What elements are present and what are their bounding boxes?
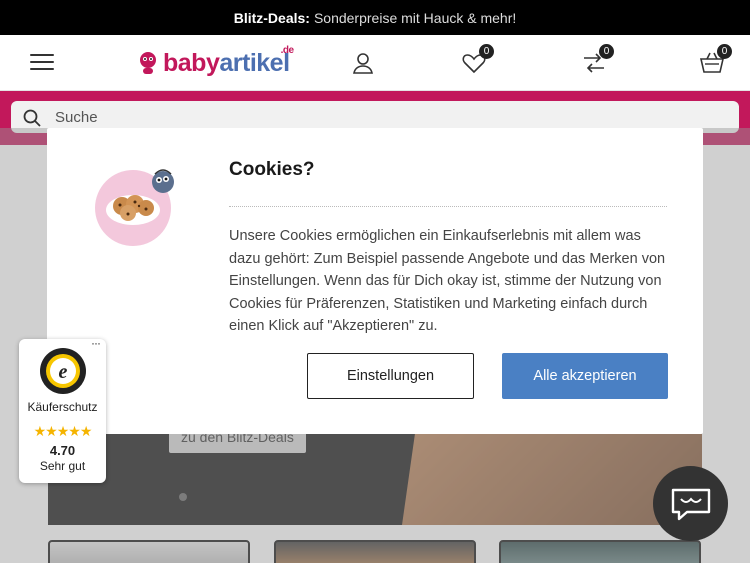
- logo-text-main: baby: [163, 48, 220, 77]
- dialog-divider: [229, 206, 667, 207]
- chat-button[interactable]: [653, 466, 728, 541]
- svg-text:e: e: [59, 361, 68, 383]
- logo[interactable]: babyartikel .de: [136, 45, 294, 79]
- promo-highlight: Blitz-Deals:: [233, 9, 310, 26]
- wishlist-button[interactable]: 0: [460, 44, 494, 77]
- logo-mascot-icon: [140, 52, 156, 74]
- chat-icon: [671, 488, 710, 520]
- menu-icon[interactable]: [30, 51, 54, 73]
- trusted-shops-badge[interactable]: ··· e Käuferschutz ★★★★★ 4.70 Sehr gut: [19, 336, 106, 483]
- promo-text: Sonderpreise mit Hauck & mehr!: [313, 9, 517, 26]
- cookie-plate-icon: [95, 168, 177, 250]
- logo-tld: .de: [280, 44, 294, 56]
- cart-count-badge: 0: [717, 44, 732, 59]
- logo-text-accent: artikel: [219, 48, 290, 77]
- rating-stars: ★★★★★: [33, 423, 93, 439]
- promo-bar[interactable]: Blitz-Deals: Sonderpreise mit Hauck & me…: [0, 0, 750, 35]
- rating-value: 4.70: [49, 443, 76, 458]
- accept-all-button[interactable]: Alle akzeptieren: [502, 353, 668, 399]
- search-icon[interactable]: [23, 109, 41, 127]
- dialog-text: Unsere Cookies ermöglichen ein Einkaufse…: [229, 228, 666, 334]
- settings-button[interactable]: Einstellungen: [307, 353, 474, 399]
- compare-count-badge: 0: [599, 44, 614, 59]
- search-placeholder: Suche: [55, 108, 98, 126]
- user-icon[interactable]: [349, 49, 377, 77]
- trust-label: Käuferschutz: [27, 400, 98, 414]
- cookie-dialog: Cookies? Unsere Cookies ermöglichen ein …: [47, 128, 703, 434]
- cart-button[interactable]: 0: [698, 44, 732, 77]
- dialog-title: Cookies?: [229, 159, 315, 180]
- more-options-icon[interactable]: ···: [91, 336, 101, 350]
- site-header: babyartikel .de 0 0 0: [0, 35, 750, 91]
- compare-button[interactable]: 0: [580, 44, 614, 77]
- wishlist-count-badge: 0: [479, 44, 494, 59]
- logo-text: babyartikel .de: [163, 45, 294, 78]
- trusted-shops-seal-icon: e: [39, 347, 87, 395]
- rating-text: Sehr gut: [39, 459, 86, 473]
